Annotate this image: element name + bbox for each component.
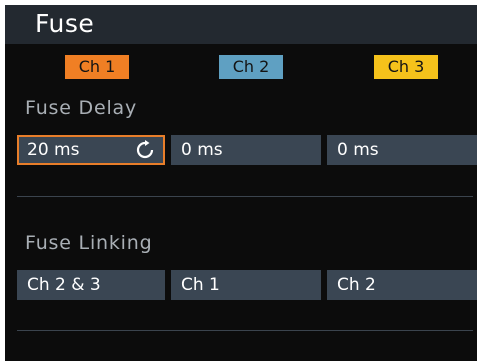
channel-label-ch1: Ch 1 (65, 55, 129, 79)
refresh-icon (136, 140, 154, 159)
section-divider (17, 330, 473, 331)
fuse-delay-ch2-value: 0 ms (181, 140, 223, 160)
fuse-delay-ch2-field[interactable]: 0 ms (171, 135, 321, 165)
section-divider (17, 196, 473, 197)
fuse-linking-ch2-field[interactable]: Ch 1 (171, 270, 321, 300)
fuse-linking-heading: Fuse Linking (25, 232, 153, 254)
fuse-linking-ch3-value: Ch 2 (337, 275, 376, 295)
fuse-linking-ch3-field[interactable]: Ch 2 (327, 270, 477, 300)
fuse-delay-ch3-field[interactable]: 0 ms (327, 135, 477, 165)
fuse-delay-ch1-field[interactable]: 20 ms (17, 135, 165, 165)
fuse-delay-ch3-value: 0 ms (337, 140, 379, 160)
fuse-screen: Fuse Ch 1 Ch 2 Ch 3 Fuse Delay 20 ms 0 m… (5, 5, 477, 361)
channel-label-ch3: Ch 3 (374, 55, 438, 79)
fuse-linking-ch1-value: Ch 2 & 3 (27, 275, 101, 295)
title-bar: Fuse (5, 5, 477, 44)
fuse-linking-ch1-field[interactable]: Ch 2 & 3 (17, 270, 165, 300)
fuse-delay-ch1-value: 20 ms (27, 140, 80, 160)
fuse-delay-heading: Fuse Delay (25, 97, 138, 119)
fuse-linking-ch2-value: Ch 1 (181, 275, 220, 295)
channel-label-ch2: Ch 2 (219, 55, 283, 79)
page-title: Fuse (35, 9, 95, 38)
